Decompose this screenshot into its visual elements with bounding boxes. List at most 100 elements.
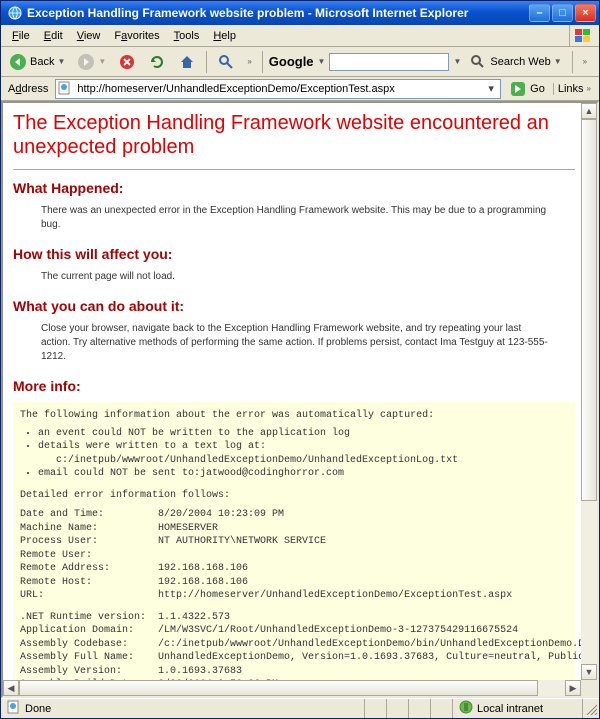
search-icon xyxy=(469,53,487,71)
kv-row: Remote User: xyxy=(20,549,568,563)
resize-grip[interactable] xyxy=(583,701,599,717)
stop-icon xyxy=(118,53,136,71)
toolbar-chevron-2[interactable]: » xyxy=(579,50,591,74)
address-combo[interactable]: http://homeserver/UnhandledExceptionDemo… xyxy=(55,79,501,99)
search-button[interactable] xyxy=(213,50,239,74)
scroll-right-button[interactable]: ▶ xyxy=(565,680,581,696)
menu-view[interactable]: View xyxy=(70,28,108,44)
search-web-button[interactable]: Search Web ▼ xyxy=(465,50,565,74)
section-what-happened-title: What Happened: xyxy=(13,180,575,196)
status-text: Done xyxy=(25,703,51,715)
content-area: The Exception Handling Framework website… xyxy=(1,101,599,698)
status-main-pane: Done xyxy=(1,699,365,718)
scroll-thumb[interactable] xyxy=(19,680,538,696)
menu-favorites[interactable]: Favorites xyxy=(107,28,166,44)
section-action-body: Close your browser, navigate back to the… xyxy=(41,322,551,364)
kv-row: Process User: NT AUTHORITY\NETWORK SERVI… xyxy=(20,535,568,549)
scroll-corner xyxy=(581,680,597,696)
list-item: email could NOT be sent to:jatwood@codin… xyxy=(38,467,568,481)
go-button[interactable]: Go xyxy=(505,80,549,98)
status-pane xyxy=(409,699,431,718)
chevron-right-icon: » xyxy=(587,84,591,93)
home-icon xyxy=(178,53,196,71)
detail-heading: Detailed error information follows: xyxy=(20,489,568,503)
go-icon xyxy=(509,80,527,98)
window-buttons: – □ × xyxy=(529,4,596,22)
maximize-button[interactable]: □ xyxy=(552,4,573,22)
kv-row: Date and Time: 8/20/2004 10:23:09 PM xyxy=(20,508,568,522)
titlebar: Exception Handling Framework website pro… xyxy=(1,1,599,25)
menu-edit[interactable]: Edit xyxy=(37,28,70,44)
scroll-up-button[interactable]: ▲ xyxy=(581,103,597,119)
menu-file[interactable]: File xyxy=(5,28,37,44)
menu-tools[interactable]: Tools xyxy=(167,28,207,44)
more-info-box: The following information about the erro… xyxy=(13,402,575,680)
search-icon xyxy=(217,53,235,71)
list-item: an event could NOT be written to the app… xyxy=(38,427,568,441)
links-label: Links xyxy=(558,83,584,95)
statusbar: Done Local intranet xyxy=(1,698,599,718)
google-search-input[interactable] xyxy=(329,53,449,71)
back-button[interactable]: Back ▼ xyxy=(5,50,69,74)
status-pane xyxy=(365,699,387,718)
refresh-icon xyxy=(148,53,166,71)
chevron-down-icon[interactable]: ▼ xyxy=(453,57,461,66)
chevron-down-icon: ▼ xyxy=(57,57,65,66)
status-pane xyxy=(431,699,453,718)
minimize-button[interactable]: – xyxy=(529,4,550,22)
security-zone-text: Local intranet xyxy=(477,703,543,715)
windows-flag-icon xyxy=(569,25,595,47)
kv-row: Assembly Codebase: /c:/inetpub/wwwroot/U… xyxy=(20,638,568,652)
refresh-button[interactable] xyxy=(144,50,170,74)
chevron-down-icon[interactable]: ▾ xyxy=(484,82,498,95)
chevron-right-icon: » xyxy=(583,57,587,66)
addressbar: Address http://homeserver/UnhandledExcep… xyxy=(1,77,599,101)
kv-row: Machine Name: HOMESERVER xyxy=(20,522,568,536)
chevron-down-icon: ▼ xyxy=(98,57,106,66)
section-affect-title: How this will affect you: xyxy=(13,246,575,262)
browser-window: Exception Handling Framework website pro… xyxy=(0,0,600,719)
toolbar-chevron[interactable]: » xyxy=(243,50,255,74)
chevron-down-icon[interactable]: ▼ xyxy=(318,57,326,66)
page-icon xyxy=(58,81,74,97)
forward-button[interactable]: ▼ xyxy=(73,50,110,74)
page-title: The Exception Handling Framework website… xyxy=(13,111,575,159)
chevron-right-icon: » xyxy=(247,57,251,66)
close-button[interactable]: × xyxy=(575,4,596,22)
more-info-intro: The following information about the erro… xyxy=(20,409,568,423)
scroll-track[interactable] xyxy=(19,680,565,696)
intranet-icon xyxy=(459,700,473,717)
page-content: The Exception Handling Framework website… xyxy=(3,103,581,680)
kv-row: .NET Runtime version: 1.1.4322.573 xyxy=(20,611,568,625)
home-button[interactable] xyxy=(174,50,200,74)
vertical-scrollbar[interactable]: ▲ ▼ xyxy=(581,103,597,680)
stop-button[interactable] xyxy=(114,50,140,74)
status-pane xyxy=(387,699,409,718)
scroll-track[interactable] xyxy=(581,119,597,664)
section-what-happened-body: There was an unexpected error in the Exc… xyxy=(41,204,551,232)
kv-row: Application Domain: /LM/W3SVC/1/Root/Unh… xyxy=(20,624,568,638)
ie-icon xyxy=(7,5,23,21)
forward-icon xyxy=(77,53,95,71)
kv-row: Remote Host: 192.168.168.106 xyxy=(20,576,568,590)
menu-help[interactable]: Help xyxy=(206,28,243,44)
section-more-info-title: More info: xyxy=(13,378,575,394)
back-icon xyxy=(9,53,27,71)
detail-block-1: Date and Time: 8/20/2004 10:23:09 PM Mac… xyxy=(20,508,568,603)
scroll-thumb[interactable] xyxy=(581,119,597,501)
detail-block-2: .NET Runtime version: 1.1.4322.573 Appli… xyxy=(20,611,568,681)
divider xyxy=(13,169,575,170)
security-zone-pane: Local intranet xyxy=(453,699,583,718)
section-action-title: What you can do about it: xyxy=(13,298,575,314)
toolbar: Back ▼ ▼ » Google ▼ ▼ Search Web ▼ » xyxy=(1,47,599,77)
google-toolbar-label: Google xyxy=(269,54,314,69)
go-label: Go xyxy=(530,83,545,95)
links-button[interactable]: Links » xyxy=(553,83,595,95)
search-web-label: Search Web xyxy=(490,56,550,68)
scroll-left-button[interactable]: ◀ xyxy=(3,680,19,696)
horizontal-scrollbar[interactable]: ◀ ▶ xyxy=(3,680,581,696)
scroll-down-button[interactable]: ▼ xyxy=(581,664,597,680)
kv-row: Assembly Version: 1.0.1693.37683 xyxy=(20,665,568,679)
chevron-down-icon: ▼ xyxy=(554,57,562,66)
kv-row: URL: http://homeserver/UnhandledExceptio… xyxy=(20,589,568,603)
